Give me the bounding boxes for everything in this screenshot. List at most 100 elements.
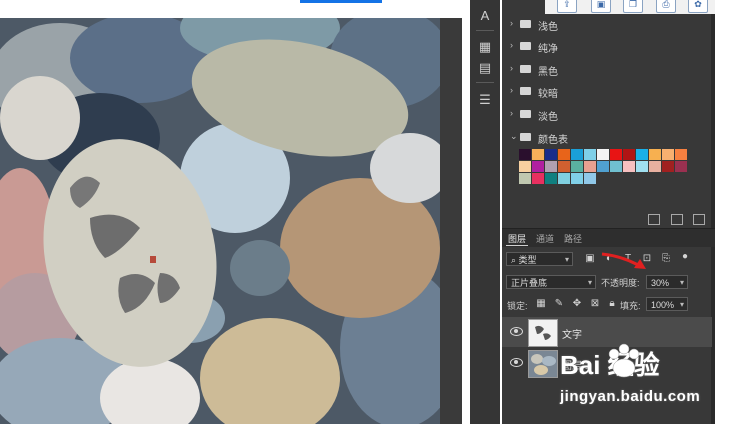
- color-swatch[interactable]: [545, 149, 557, 160]
- color-swatch[interactable]: [571, 161, 583, 172]
- color-swatch[interactable]: [636, 149, 648, 160]
- fill-value: 100%: [651, 300, 675, 310]
- text-tool-icon[interactable]: A: [475, 6, 495, 26]
- top-toolbar: ⇪ ▣ ❐ ⎙ ✿: [545, 0, 715, 14]
- swatch-group[interactable]: › 淡色: [502, 104, 715, 126]
- swatch-group-label: 黑色: [538, 67, 558, 78]
- lock-all-icon[interactable]: 🔒︎: [607, 299, 617, 309]
- folder-icon: [520, 65, 531, 73]
- color-swatch[interactable]: [649, 161, 661, 172]
- watermark-url: jingyan.baidu.com: [560, 388, 701, 405]
- search-icon: ⌕: [511, 255, 519, 265]
- chevron-right-icon[interactable]: ›: [510, 108, 513, 118]
- chevron-down-icon: ▾: [564, 255, 569, 264]
- chevron-right-icon[interactable]: ›: [510, 40, 513, 50]
- print-icon[interactable]: ⎙: [656, 0, 676, 13]
- lock-image-icon[interactable]: ✎: [554, 299, 564, 309]
- new-group-icon[interactable]: [648, 214, 660, 225]
- color-swatch[interactable]: [610, 161, 622, 172]
- color-swatch[interactable]: [545, 173, 557, 184]
- color-swatch[interactable]: [571, 149, 583, 160]
- tab-layers[interactable]: 图层: [508, 232, 526, 245]
- fill-input[interactable]: 100% ▾: [646, 297, 688, 311]
- color-swatch[interactable]: [571, 173, 583, 184]
- document-canvas-area[interactable]: [0, 0, 462, 424]
- opacity-value: 30%: [651, 278, 670, 288]
- filter-label: 类型: [518, 255, 537, 265]
- pebble-image: [0, 18, 440, 424]
- swatch-group-label: 淡色: [538, 112, 558, 123]
- swatch-group[interactable]: › 较暗: [502, 81, 715, 103]
- swatch-group[interactable]: › 浅色: [502, 14, 715, 36]
- active-document-indicator: [300, 0, 382, 3]
- color-swatch[interactable]: [675, 161, 687, 172]
- color-swatch[interactable]: [545, 161, 557, 172]
- color-swatch[interactable]: [675, 149, 687, 160]
- canvas-scroll-gutter: [440, 18, 462, 424]
- filter-toggle-icon[interactable]: ●: [680, 252, 690, 262]
- color-swatch[interactable]: [519, 149, 531, 160]
- delete-icon[interactable]: [693, 214, 705, 225]
- color-swatch[interactable]: [584, 149, 596, 160]
- eye-icon[interactable]: [510, 327, 523, 336]
- document-icon[interactable]: ▤: [475, 58, 495, 78]
- lock-position-icon[interactable]: ✥: [572, 299, 582, 309]
- layer-name: 文字: [562, 330, 582, 341]
- folder-icon: [520, 87, 531, 95]
- eye-icon[interactable]: [510, 358, 523, 367]
- image-filter-icon[interactable]: ▣: [585, 254, 595, 264]
- color-swatch[interactable]: [532, 161, 544, 172]
- color-swatch[interactable]: [649, 149, 661, 160]
- lock-transparent-icon[interactable]: ▦: [536, 299, 546, 309]
- color-swatch[interactable]: [636, 161, 648, 172]
- color-swatch[interactable]: [584, 161, 596, 172]
- chevron-right-icon[interactable]: ›: [510, 85, 513, 95]
- pebble-photo-canvas[interactable]: [0, 18, 440, 424]
- color-swatch[interactable]: [597, 149, 609, 160]
- color-swatch[interactable]: [519, 161, 531, 172]
- swatch-group[interactable]: › 纯净: [502, 36, 715, 58]
- blend-mode-select[interactable]: 正片叠底 ▾: [506, 275, 596, 289]
- fill-label: 填充:: [620, 301, 641, 311]
- color-swatch[interactable]: [584, 173, 596, 184]
- color-swatch[interactable]: [662, 161, 674, 172]
- layer-filter-select[interactable]: ⌕ 类型 ▾: [506, 252, 573, 266]
- share-icon[interactable]: ✿: [688, 0, 708, 13]
- sliders-icon[interactable]: ☰: [475, 90, 495, 110]
- copy-icon[interactable]: ❐: [623, 0, 643, 13]
- color-swatch[interactable]: [558, 161, 570, 172]
- folder-open-icon: [520, 133, 531, 141]
- color-swatch[interactable]: [519, 173, 531, 184]
- swatch-group-expanded[interactable]: ⌄ 颜色表: [502, 127, 715, 149]
- color-swatch[interactable]: [558, 149, 570, 160]
- opacity-input[interactable]: 30% ▾: [646, 275, 688, 289]
- color-swatch[interactable]: [662, 149, 674, 160]
- grid-icon[interactable]: ▦: [475, 37, 495, 57]
- color-swatch[interactable]: [623, 149, 635, 160]
- color-swatch[interactable]: [532, 149, 544, 160]
- color-swatch[interactable]: [532, 173, 544, 184]
- tab-paths[interactable]: 路径: [564, 232, 582, 245]
- new-swatch-icon[interactable]: [671, 214, 683, 225]
- window-edge: [715, 0, 729, 424]
- smart-object-filter-icon[interactable]: ⎘: [661, 254, 671, 264]
- lock-artboard-icon[interactable]: ⊠: [590, 299, 600, 309]
- color-swatch[interactable]: [610, 149, 622, 160]
- chevron-right-icon[interactable]: ›: [510, 63, 513, 73]
- color-swatch[interactable]: [558, 173, 570, 184]
- swatch-group-label: 纯净: [538, 44, 558, 55]
- layer-thumbnail: [528, 350, 558, 378]
- chevron-down-icon[interactable]: ⌄: [510, 131, 518, 142]
- chevron-down-icon: ▾: [679, 278, 684, 287]
- swatch-group-label: 浅色: [538, 22, 558, 33]
- chevron-right-icon[interactable]: ›: [510, 18, 513, 28]
- swatch-group[interactable]: › 黑色: [502, 59, 715, 81]
- export-icon[interactable]: ⇪: [557, 0, 577, 13]
- tool-divider: [476, 30, 494, 31]
- color-swatch[interactable]: [597, 161, 609, 172]
- tool-divider: [476, 82, 494, 83]
- color-swatch[interactable]: [623, 161, 635, 172]
- save-icon[interactable]: ▣: [591, 0, 611, 13]
- tab-channels[interactable]: 通道: [536, 232, 554, 245]
- blend-mode-value: 正片叠底: [511, 278, 548, 288]
